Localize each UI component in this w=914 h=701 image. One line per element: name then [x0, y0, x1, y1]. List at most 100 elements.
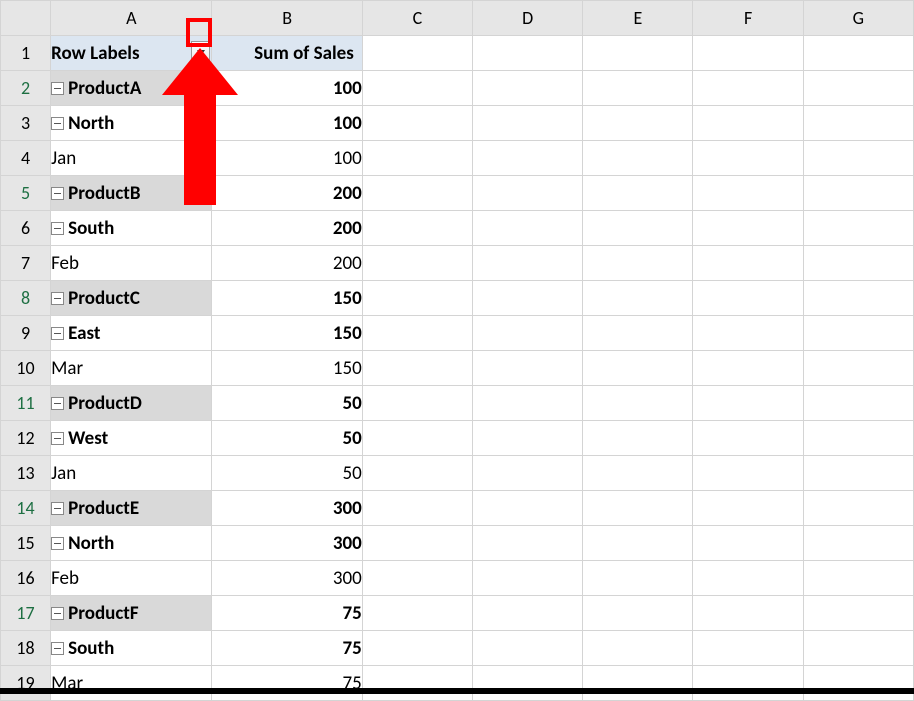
cell-empty[interactable] — [473, 526, 583, 561]
cell-empty[interactable] — [693, 526, 803, 561]
collapse-toggle-icon[interactable] — [51, 502, 64, 515]
cell-empty[interactable] — [362, 596, 472, 631]
cell-empty[interactable] — [583, 351, 693, 386]
cell-value[interactable]: 100 — [212, 106, 362, 141]
cell-empty[interactable] — [583, 36, 693, 71]
cell-empty[interactable] — [583, 561, 693, 596]
cell-empty[interactable] — [803, 316, 913, 351]
row-header[interactable]: 5 — [1, 176, 51, 211]
cell-empty[interactable] — [693, 351, 803, 386]
cell-empty[interactable] — [693, 281, 803, 316]
cell-empty[interactable] — [473, 316, 583, 351]
cell-empty[interactable] — [362, 246, 472, 281]
row-header[interactable]: 13 — [1, 456, 51, 491]
cell-empty[interactable] — [693, 36, 803, 71]
cell-empty[interactable] — [693, 561, 803, 596]
cell-empty[interactable] — [693, 211, 803, 246]
cell-label[interactable]: East — [51, 316, 212, 351]
cell-empty[interactable] — [473, 491, 583, 526]
cell-empty[interactable] — [362, 561, 472, 596]
row-header[interactable]: 18 — [1, 631, 51, 666]
collapse-toggle-icon[interactable] — [51, 432, 64, 445]
cell-label[interactable]: ProductA — [51, 71, 212, 106]
filter-dropdown-button[interactable] — [191, 41, 210, 65]
cell-empty[interactable] — [803, 36, 913, 71]
cell-empty[interactable] — [473, 421, 583, 456]
cell-empty[interactable] — [693, 106, 803, 141]
cell-empty[interactable] — [362, 106, 472, 141]
cell-empty[interactable] — [362, 176, 472, 211]
cell-empty[interactable] — [362, 631, 472, 666]
collapse-toggle-icon[interactable] — [51, 327, 64, 340]
row-header[interactable]: 9 — [1, 316, 51, 351]
cell-value[interactable]: 100 — [212, 141, 362, 176]
collapse-toggle-icon[interactable] — [51, 537, 64, 550]
cell-label[interactable]: North — [51, 106, 212, 141]
cell-label[interactable]: South — [51, 211, 212, 246]
cell-empty[interactable] — [583, 281, 693, 316]
pivot-header-rowlabels[interactable]: Row Labels — [51, 36, 212, 71]
collapse-toggle-icon[interactable] — [51, 222, 64, 235]
cell-empty[interactable] — [583, 631, 693, 666]
cell-empty[interactable] — [803, 386, 913, 421]
cell-empty[interactable] — [803, 666, 913, 701]
cell-value[interactable]: 300 — [212, 561, 362, 596]
row-header[interactable]: 8 — [1, 281, 51, 316]
cell-empty[interactable] — [693, 176, 803, 211]
cell-empty[interactable] — [583, 526, 693, 561]
cell-empty[interactable] — [803, 176, 913, 211]
cell-empty[interactable] — [362, 36, 472, 71]
row-header[interactable]: 11 — [1, 386, 51, 421]
row-header[interactable]: 6 — [1, 211, 51, 246]
cell-empty[interactable] — [473, 631, 583, 666]
cell-empty[interactable] — [693, 491, 803, 526]
col-header-G[interactable]: G — [803, 1, 913, 36]
cell-label[interactable]: ProductD — [51, 386, 212, 421]
cell-empty[interactable] — [803, 631, 913, 666]
cell-empty[interactable] — [803, 71, 913, 106]
collapse-toggle-icon[interactable] — [51, 117, 64, 130]
collapse-toggle-icon[interactable] — [51, 292, 64, 305]
collapse-toggle-icon[interactable] — [51, 607, 64, 620]
cell-label[interactable]: ProductB — [51, 176, 212, 211]
cell-label[interactable]: Mar — [51, 351, 212, 386]
cell-empty[interactable] — [803, 246, 913, 281]
cell-empty[interactable] — [803, 141, 913, 176]
collapse-toggle-icon[interactable] — [51, 187, 64, 200]
cell-empty[interactable] — [803, 456, 913, 491]
cell-empty[interactable] — [473, 36, 583, 71]
col-header-F[interactable]: F — [693, 1, 803, 36]
cell-empty[interactable] — [803, 421, 913, 456]
row-header[interactable]: 10 — [1, 351, 51, 386]
cell-empty[interactable] — [803, 596, 913, 631]
cell-label[interactable]: North — [51, 526, 212, 561]
cell-value[interactable]: 50 — [212, 421, 362, 456]
col-header-C[interactable]: C — [362, 1, 472, 36]
cell-empty[interactable] — [583, 211, 693, 246]
cell-empty[interactable] — [362, 316, 472, 351]
cell-empty[interactable] — [583, 456, 693, 491]
cell-label[interactable]: Jan — [51, 141, 212, 176]
cell-value[interactable]: 75 — [212, 596, 362, 631]
cell-value[interactable]: 150 — [212, 316, 362, 351]
cell-value[interactable]: 300 — [212, 491, 362, 526]
cell-empty[interactable] — [362, 141, 472, 176]
cell-value[interactable]: 75 — [212, 631, 362, 666]
cell-empty[interactable] — [583, 491, 693, 526]
cell-empty[interactable] — [583, 71, 693, 106]
cell-empty[interactable] — [473, 246, 583, 281]
cell-empty[interactable] — [362, 281, 472, 316]
cell-empty[interactable] — [583, 246, 693, 281]
cell-empty[interactable] — [362, 351, 472, 386]
cell-empty[interactable] — [803, 526, 913, 561]
cell-empty[interactable] — [473, 666, 583, 701]
cell-empty[interactable] — [803, 561, 913, 596]
cell-empty[interactable] — [693, 631, 803, 666]
row-header[interactable]: 17 — [1, 596, 51, 631]
cell-empty[interactable] — [362, 666, 472, 701]
row-header[interactable]: 15 — [1, 526, 51, 561]
cell-value[interactable]: 50 — [212, 386, 362, 421]
cell-empty[interactable] — [583, 316, 693, 351]
cell-empty[interactable] — [803, 106, 913, 141]
col-header-D[interactable]: D — [473, 1, 583, 36]
